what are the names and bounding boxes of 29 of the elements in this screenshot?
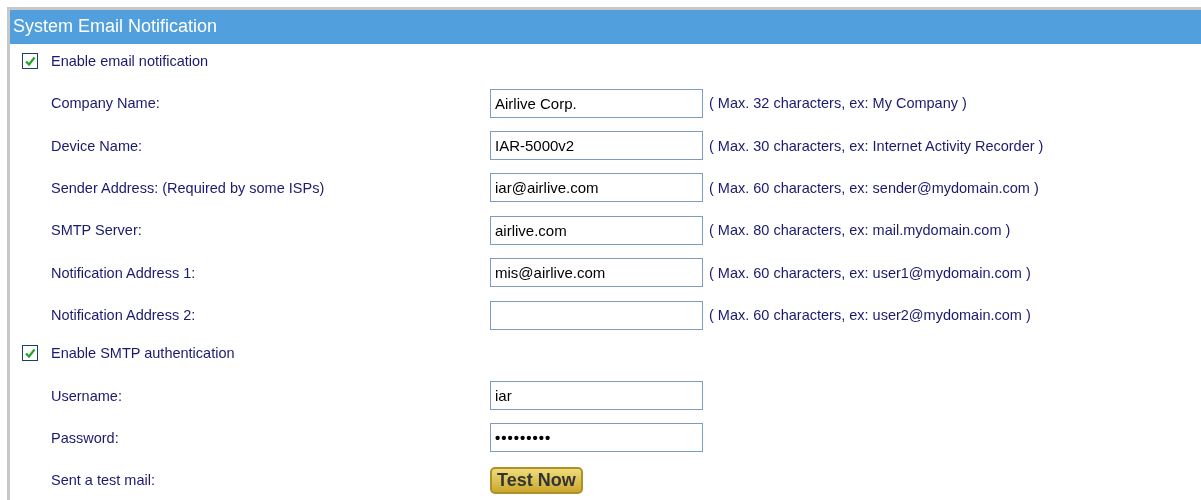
hint-text: ( Max. 60 characters, ex: user1@mydomain.com ) — [709, 264, 1031, 281]
field-label: Company Name: — [51, 95, 161, 112]
hint-text: ( Max. 80 characters, ex: mail.mydomain.com ) — [709, 222, 1011, 239]
hint-text: ( Max. 30 characters, ex: Internet Activity Recorder ) — [709, 137, 1044, 154]
input-field[interactable]: mis@airlive.com — [490, 258, 703, 288]
field-label: Sender Address: (Required by some ISPs) — [51, 179, 326, 196]
hint-text: ( Max. 60 characters, ex: sender@mydomain.com ) — [709, 179, 1039, 196]
field-label: Notification Address 1: — [51, 264, 197, 281]
input-field[interactable]: iar — [490, 381, 703, 411]
checkbox[interactable] — [22, 345, 38, 362]
field-label: Sent a test mail: — [51, 472, 156, 489]
hint-text: ( Max. 60 characters, ex: user2@mydomain.com ) — [709, 307, 1031, 324]
checkbox-label: Enable SMTP authentication — [51, 345, 235, 362]
input-field[interactable]: iar@airlive.com — [490, 173, 703, 203]
field-label: SMTP Server: — [51, 222, 143, 239]
field-label: Password: — [51, 429, 120, 446]
input-field[interactable]: IAR-5000v2 — [490, 131, 703, 161]
checkbox[interactable] — [22, 53, 38, 69]
field-label: Notification Address 2: — [51, 307, 197, 324]
panel-header: System Email Notification — [10, 10, 1201, 44]
checkbox-label: Enable email notification — [51, 53, 209, 69]
field-label: Username: — [51, 387, 123, 404]
input-field[interactable]: Airlive Corp. — [490, 88, 703, 118]
test-now-button[interactable]: Test Now — [490, 466, 583, 494]
input-field[interactable]: airlive.com — [490, 215, 703, 245]
field-label: Device Name: — [51, 137, 144, 154]
password-field[interactable]: ••••••••• — [490, 423, 703, 453]
input-field[interactable] — [490, 300, 703, 330]
hint-text: ( Max. 32 characters, ex: My Company ) — [709, 95, 967, 112]
